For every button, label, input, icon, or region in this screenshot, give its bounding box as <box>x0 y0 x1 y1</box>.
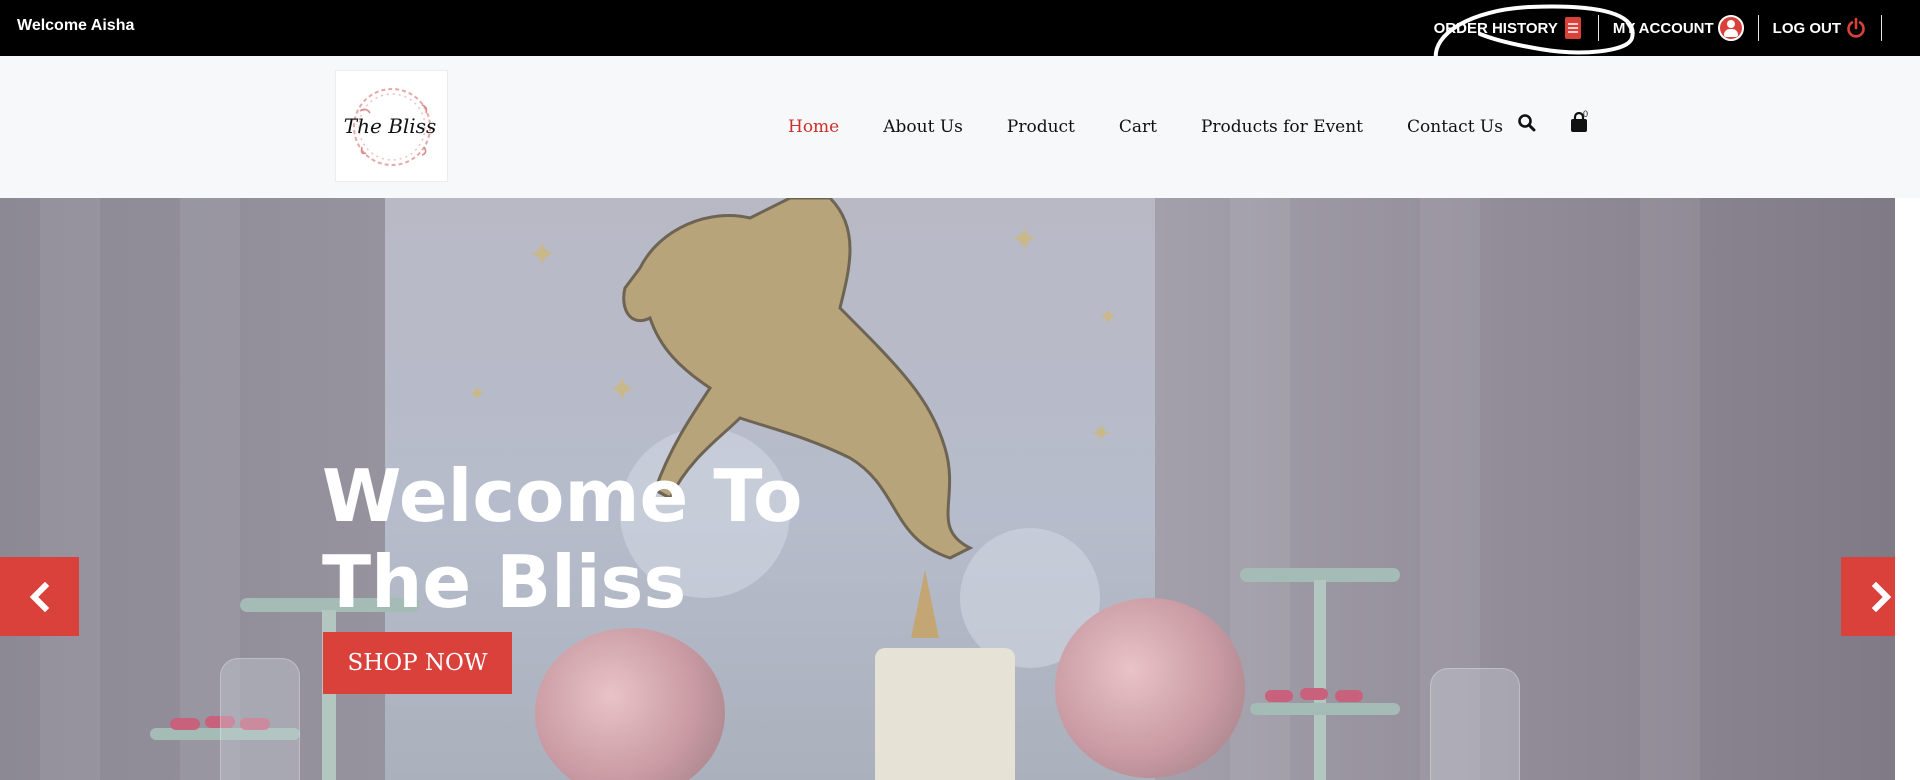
divider <box>1597 15 1599 41</box>
main-nav: Home About Us Product Cart Products for … <box>788 56 1547 198</box>
flower-arrangement <box>1055 598 1245 778</box>
nav-product[interactable]: Product <box>1007 117 1075 137</box>
my-account-label: MY ACCOUNT <box>1612 19 1714 37</box>
nav-cart[interactable]: Cart <box>1119 117 1157 137</box>
cake-stand <box>1250 703 1400 715</box>
nav-home[interactable]: Home <box>788 117 839 137</box>
hero-title: Welcome To The Bliss <box>322 453 802 625</box>
unicorn-horn <box>911 570 939 638</box>
candy-jar <box>1430 668 1520 780</box>
main-header: The Bliss Home About Us Product Cart Pro… <box>0 56 1920 198</box>
shop-now-button[interactable]: SHOP NOW <box>323 632 512 694</box>
my-account-link[interactable]: MY ACCOUNT <box>1613 15 1744 41</box>
order-history-link[interactable]: ORDER HISTORY <box>1434 15 1584 41</box>
unicorn-cake <box>875 648 1015 780</box>
hero-title-line1: Welcome To <box>322 454 803 538</box>
curtain <box>40 198 100 780</box>
order-history-label: ORDER HISTORY <box>1433 19 1558 37</box>
carousel-prev-button[interactable] <box>0 557 79 636</box>
nav-products-for-event[interactable]: Products for Event <box>1201 117 1363 137</box>
candy-jar <box>220 658 300 780</box>
nav-contact-us[interactable]: Contact Us <box>1407 117 1503 137</box>
logo-text: The Bliss <box>344 114 436 138</box>
divider <box>1757 15 1759 41</box>
hero-title-line2: The Bliss <box>322 540 687 624</box>
carousel-next-button[interactable] <box>1841 557 1895 636</box>
power-icon <box>1845 17 1867 39</box>
welcome-text: Welcome Aisha <box>17 17 135 34</box>
site-logo[interactable]: The Bliss <box>335 70 448 182</box>
account-links: ORDER HISTORY MY ACCOUNT LOG OUT <box>1434 0 1896 56</box>
divider <box>1881 15 1882 41</box>
log-out-label: LOG OUT <box>1772 19 1841 37</box>
chevron-right-icon <box>1871 581 1891 612</box>
search-icon[interactable] <box>1517 113 1537 133</box>
user-circle-icon <box>1717 15 1744 41</box>
nav-about-us[interactable]: About Us <box>883 117 963 137</box>
cart-count-badge: 0 <box>1583 109 1589 119</box>
nav-icons <box>1517 111 1589 134</box>
document-icon <box>1562 15 1584 41</box>
curtain <box>1640 198 1700 780</box>
top-bar: Welcome Aisha ORDER HISTORY MY ACCOUNT L… <box>0 0 1920 62</box>
cake-stand <box>1314 580 1326 780</box>
chevron-left-icon <box>29 581 49 612</box>
log-out-link[interactable]: LOG OUT <box>1773 17 1867 39</box>
hero-banner: ✦ ✦ ✦ ✦ ✦ ✦ Welcome To The Bliss SHOP NO… <box>0 198 1895 780</box>
